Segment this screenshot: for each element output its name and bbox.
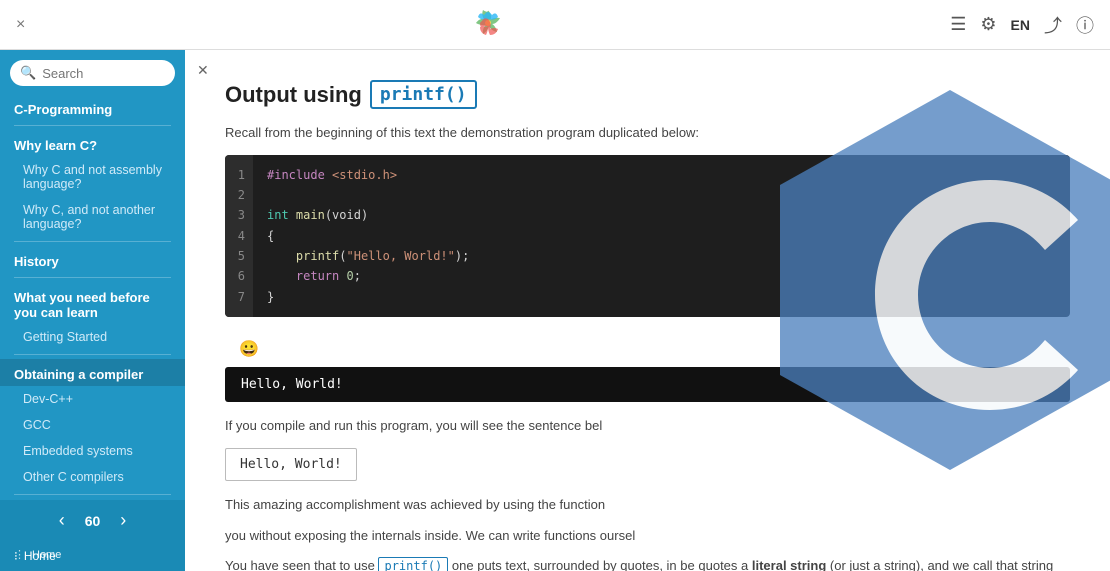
body-text-3: You have seen that to use printf() one p… bbox=[225, 556, 1070, 571]
content-panel: ✕ Output using printf() Recall from the … bbox=[185, 50, 1110, 571]
sidebar-item-dev-cpp[interactable]: Dev-C++ bbox=[0, 386, 185, 412]
close-button[interactable]: × bbox=[16, 16, 25, 34]
terminal-output: Hello, World! bbox=[225, 367, 1070, 402]
sidebar-item-gcc[interactable]: GCC bbox=[0, 412, 185, 438]
sidebar-item-history[interactable]: History bbox=[0, 246, 185, 273]
sidebar: 🔍 C-Programming Why learn C? Why C and n… bbox=[0, 50, 185, 571]
page-title: Output using printf() bbox=[225, 80, 1070, 109]
sidebar-bottom: ‹ 60 › ⋮ Home bbox=[0, 500, 185, 541]
language-button[interactable]: EN bbox=[1011, 17, 1030, 33]
info-icon[interactable]: ⓘ bbox=[1076, 12, 1094, 38]
printf-code-1: printf() bbox=[378, 557, 448, 571]
home-dots-icon: ⋮ bbox=[14, 548, 25, 561]
close-panel-button[interactable]: ✕ bbox=[197, 62, 209, 79]
next-page-button[interactable]: › bbox=[120, 510, 126, 531]
title-prefix: Output using bbox=[225, 82, 362, 108]
search-icon: 🔍 bbox=[20, 65, 36, 81]
run-text: If you compile and run this program, you… bbox=[225, 416, 1070, 436]
literal-string-bold: literal string bbox=[752, 558, 826, 571]
body-text-1: This amazing accomplishment was achieved… bbox=[225, 495, 1070, 516]
output-text-box: Hello, World! bbox=[225, 448, 357, 481]
content-area: Output using printf() Recall from the be… bbox=[185, 50, 1110, 571]
copy-icon[interactable]: 😀 bbox=[225, 331, 1070, 367]
title-code: printf() bbox=[370, 80, 477, 109]
sidebar-item-other-c-compilers[interactable]: Other C compilers bbox=[0, 464, 185, 490]
sidebar-item-getting-started[interactable]: Getting Started bbox=[0, 324, 185, 350]
search-container: 🔍 bbox=[10, 60, 175, 86]
sidebar-item-why-learn-c[interactable]: Why learn C? bbox=[0, 130, 185, 157]
sidebar-item-why-c-not-another[interactable]: Why C, and not another language? bbox=[0, 197, 185, 237]
sidebar-item-obtaining-compiler[interactable]: Obtaining a compiler bbox=[0, 359, 185, 386]
share-icon[interactable]: ⤴ bbox=[1044, 12, 1062, 38]
header-center bbox=[470, 7, 506, 43]
code-block-inner: 1234567 #include <stdio.h> int main(void… bbox=[225, 155, 1070, 318]
sidebar-item-c-programming[interactable]: C-Programming bbox=[0, 94, 185, 121]
intro-text: Recall from the beginning of this text t… bbox=[225, 123, 1070, 143]
prev-page-button[interactable]: ‹ bbox=[59, 510, 65, 531]
sidebar-item-what-you-need[interactable]: What you need before you can learn bbox=[0, 282, 185, 324]
header: × ☰ ⚙ EN ⤴ ⓘ bbox=[0, 0, 1110, 50]
sidebar-item-embedded-systems[interactable]: Embedded systems bbox=[0, 438, 185, 464]
sidebar-nav: C-Programming Why learn C? Why C and not… bbox=[0, 94, 185, 500]
line-numbers: 1234567 bbox=[225, 155, 253, 318]
sidebar-item-why-c-not-assembly[interactable]: Why C and not assembly language? bbox=[0, 157, 185, 197]
toc-icon[interactable]: ☰ bbox=[950, 14, 966, 35]
page-number: 60 bbox=[85, 513, 101, 529]
header-right: ☰ ⚙ EN ⤴ ⓘ bbox=[950, 12, 1094, 38]
header-left: × bbox=[16, 16, 25, 34]
home-label[interactable]: Home bbox=[32, 549, 61, 561]
code-block: 1234567 #include <stdio.h> int main(void… bbox=[225, 155, 1070, 318]
logo-icon bbox=[470, 7, 506, 43]
search-input[interactable] bbox=[42, 66, 165, 81]
main-layout: 🔍 C-Programming Why learn C? Why C and n… bbox=[0, 50, 1110, 571]
home-bar: ⁝ Home bbox=[0, 541, 185, 571]
body-text-2: you without exposing the internals insid… bbox=[225, 526, 1070, 547]
code-lines: #include <stdio.h> int main(void) { prin… bbox=[253, 155, 483, 318]
settings-icon[interactable]: ⚙ bbox=[980, 14, 996, 35]
